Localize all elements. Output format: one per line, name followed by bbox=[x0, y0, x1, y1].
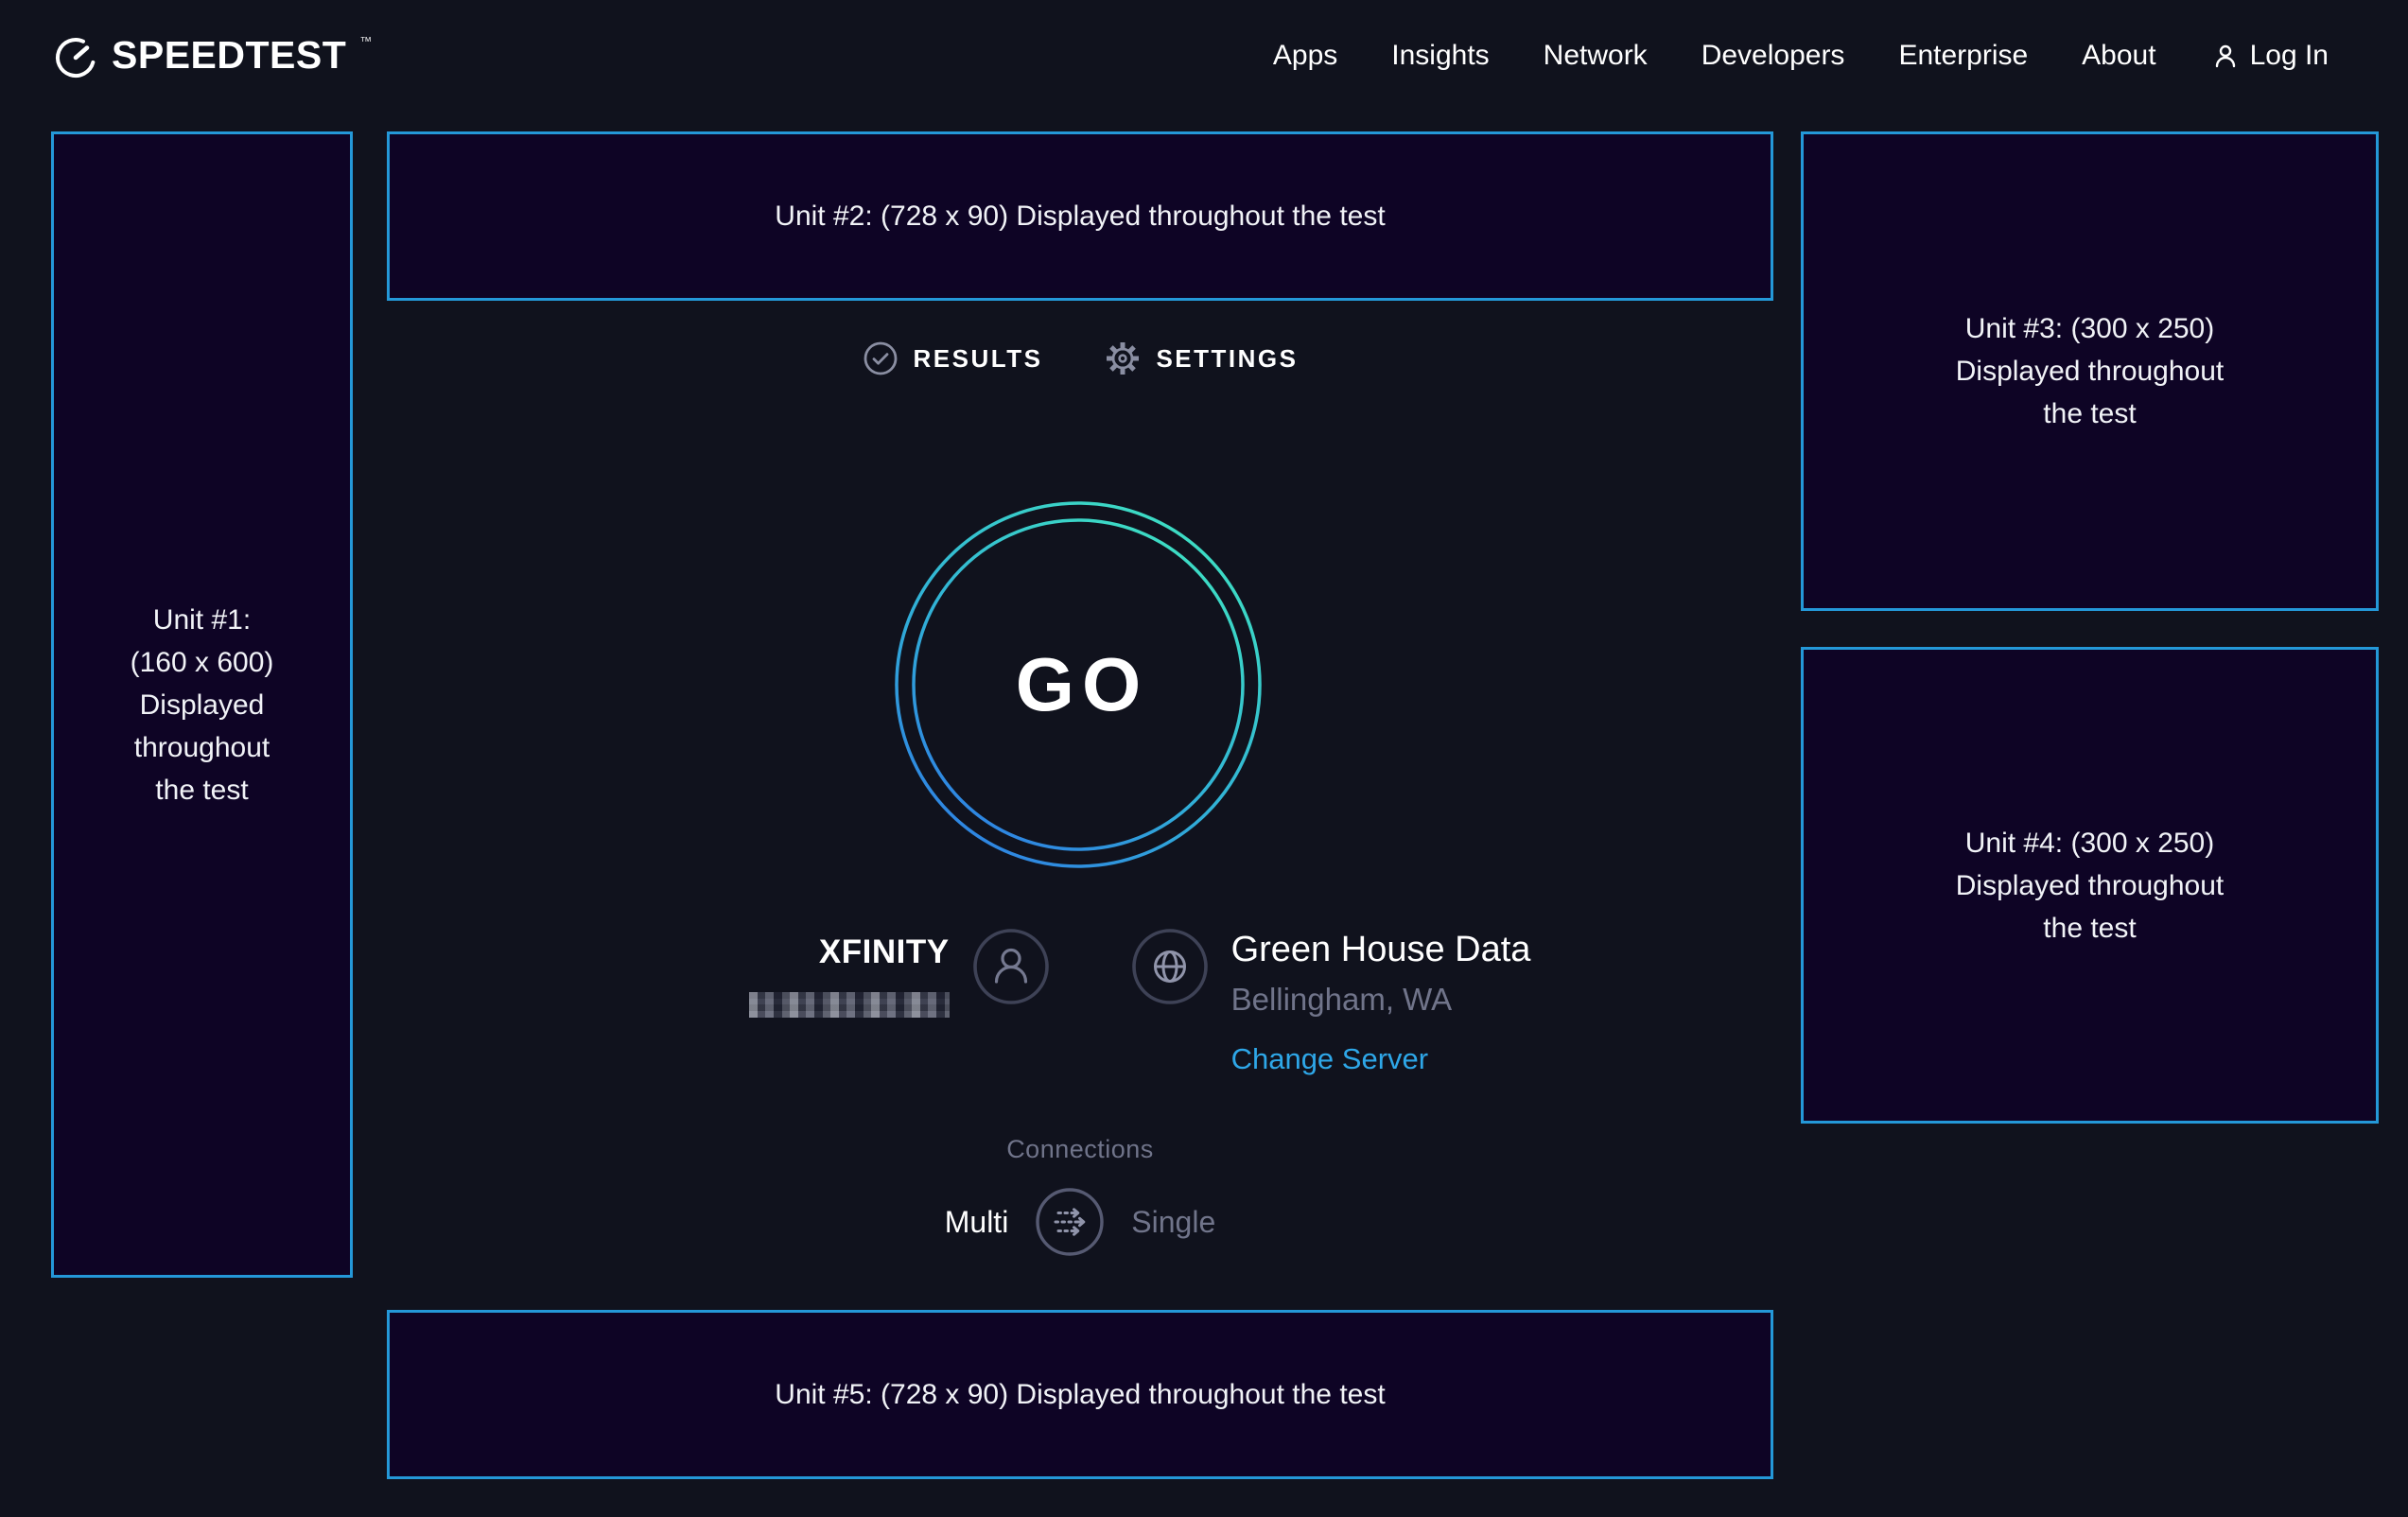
change-server-link[interactable]: Change Server bbox=[1231, 1042, 1531, 1076]
ad-unit-5[interactable]: Unit #5: (728 x 90) Displayed throughout… bbox=[387, 1310, 1773, 1479]
test-meta-row: XFINITY Green House Data Bellingham, WA … bbox=[387, 922, 1773, 1076]
nav-item-network[interactable]: Network bbox=[1544, 40, 1648, 72]
ad-unit-2-label: Unit #2: (728 x 90) Displayed throughout… bbox=[775, 195, 1385, 237]
ad-unit-1-label: Unit #1: (160 x 600) Displayed throughou… bbox=[127, 599, 278, 811]
connections-single-label[interactable]: Single bbox=[1131, 1205, 1215, 1240]
login-button[interactable]: Log In bbox=[2210, 40, 2329, 72]
speedtest-page: SPEEDTEST ™ Apps Insights Network Develo… bbox=[0, 0, 2408, 1517]
ad-unit-3-label: Unit #3: (300 x 250) Displayed throughou… bbox=[1939, 307, 2242, 435]
nav-item-apps[interactable]: Apps bbox=[1273, 40, 1337, 72]
nav-links: Apps Insights Network Developers Enterpr… bbox=[1273, 40, 2329, 72]
go-button[interactable]: GO bbox=[895, 501, 1262, 868]
isp-block: XFINITY bbox=[749, 922, 950, 1018]
nav-item-insights[interactable]: Insights bbox=[1391, 40, 1489, 72]
isp-name: XFINITY bbox=[749, 933, 950, 971]
ad-unit-2[interactable]: Unit #2: (728 x 90) Displayed throughout… bbox=[387, 131, 1773, 301]
gear-icon bbox=[1105, 340, 1141, 376]
tab-results-label: RESULTS bbox=[914, 344, 1043, 374]
multi-arrows-icon[interactable] bbox=[1035, 1187, 1105, 1257]
ad-unit-4[interactable]: Unit #4: (300 x 250) Displayed throughou… bbox=[1801, 647, 2379, 1124]
connections-toggle-row: Multi Single bbox=[945, 1187, 1216, 1257]
person-circle-icon bbox=[972, 928, 1050, 1010]
login-label: Log In bbox=[2250, 40, 2329, 72]
ad-unit-1[interactable]: Unit #1: (160 x 600) Displayed throughou… bbox=[51, 131, 353, 1278]
connections-section: Connections Multi bbox=[387, 1135, 1773, 1257]
nav-item-enterprise[interactable]: Enterprise bbox=[1898, 40, 2028, 72]
connections-multi-label[interactable]: Multi bbox=[945, 1205, 1009, 1240]
logo-text: SPEEDTEST bbox=[112, 32, 346, 78]
ad-unit-4-label: Unit #4: (300 x 250) Displayed throughou… bbox=[1939, 822, 2242, 950]
server-block: Green House Data Bellingham, WA Change S… bbox=[1231, 922, 1531, 1076]
person-icon bbox=[2210, 41, 2241, 71]
test-tabs: RESULTS bbox=[387, 340, 1773, 376]
speedtest-logo[interactable]: SPEEDTEST ™ bbox=[53, 32, 372, 79]
nav-item-developers[interactable]: Developers bbox=[1701, 40, 1845, 72]
isp-detail-redacted bbox=[749, 992, 950, 1018]
tab-results[interactable]: RESULTS bbox=[863, 340, 1043, 376]
check-circle-icon bbox=[863, 340, 899, 376]
ad-unit-5-label: Unit #5: (728 x 90) Displayed throughout… bbox=[775, 1373, 1385, 1416]
ad-unit-3[interactable]: Unit #3: (300 x 250) Displayed throughou… bbox=[1801, 131, 2379, 611]
server-location: Bellingham, WA bbox=[1231, 982, 1531, 1018]
server-provider: Green House Data bbox=[1231, 930, 1531, 970]
go-label: GO bbox=[895, 501, 1262, 868]
gauge-icon bbox=[53, 32, 98, 79]
top-nav: SPEEDTEST ™ Apps Insights Network Develo… bbox=[0, 0, 2408, 112]
globe-icon bbox=[1131, 928, 1209, 1010]
tab-settings[interactable]: SETTINGS bbox=[1105, 340, 1298, 376]
tab-settings-label: SETTINGS bbox=[1156, 344, 1298, 374]
logo-trademark: ™ bbox=[359, 32, 372, 51]
nav-item-about[interactable]: About bbox=[2082, 40, 2155, 72]
connections-label: Connections bbox=[387, 1135, 1773, 1164]
